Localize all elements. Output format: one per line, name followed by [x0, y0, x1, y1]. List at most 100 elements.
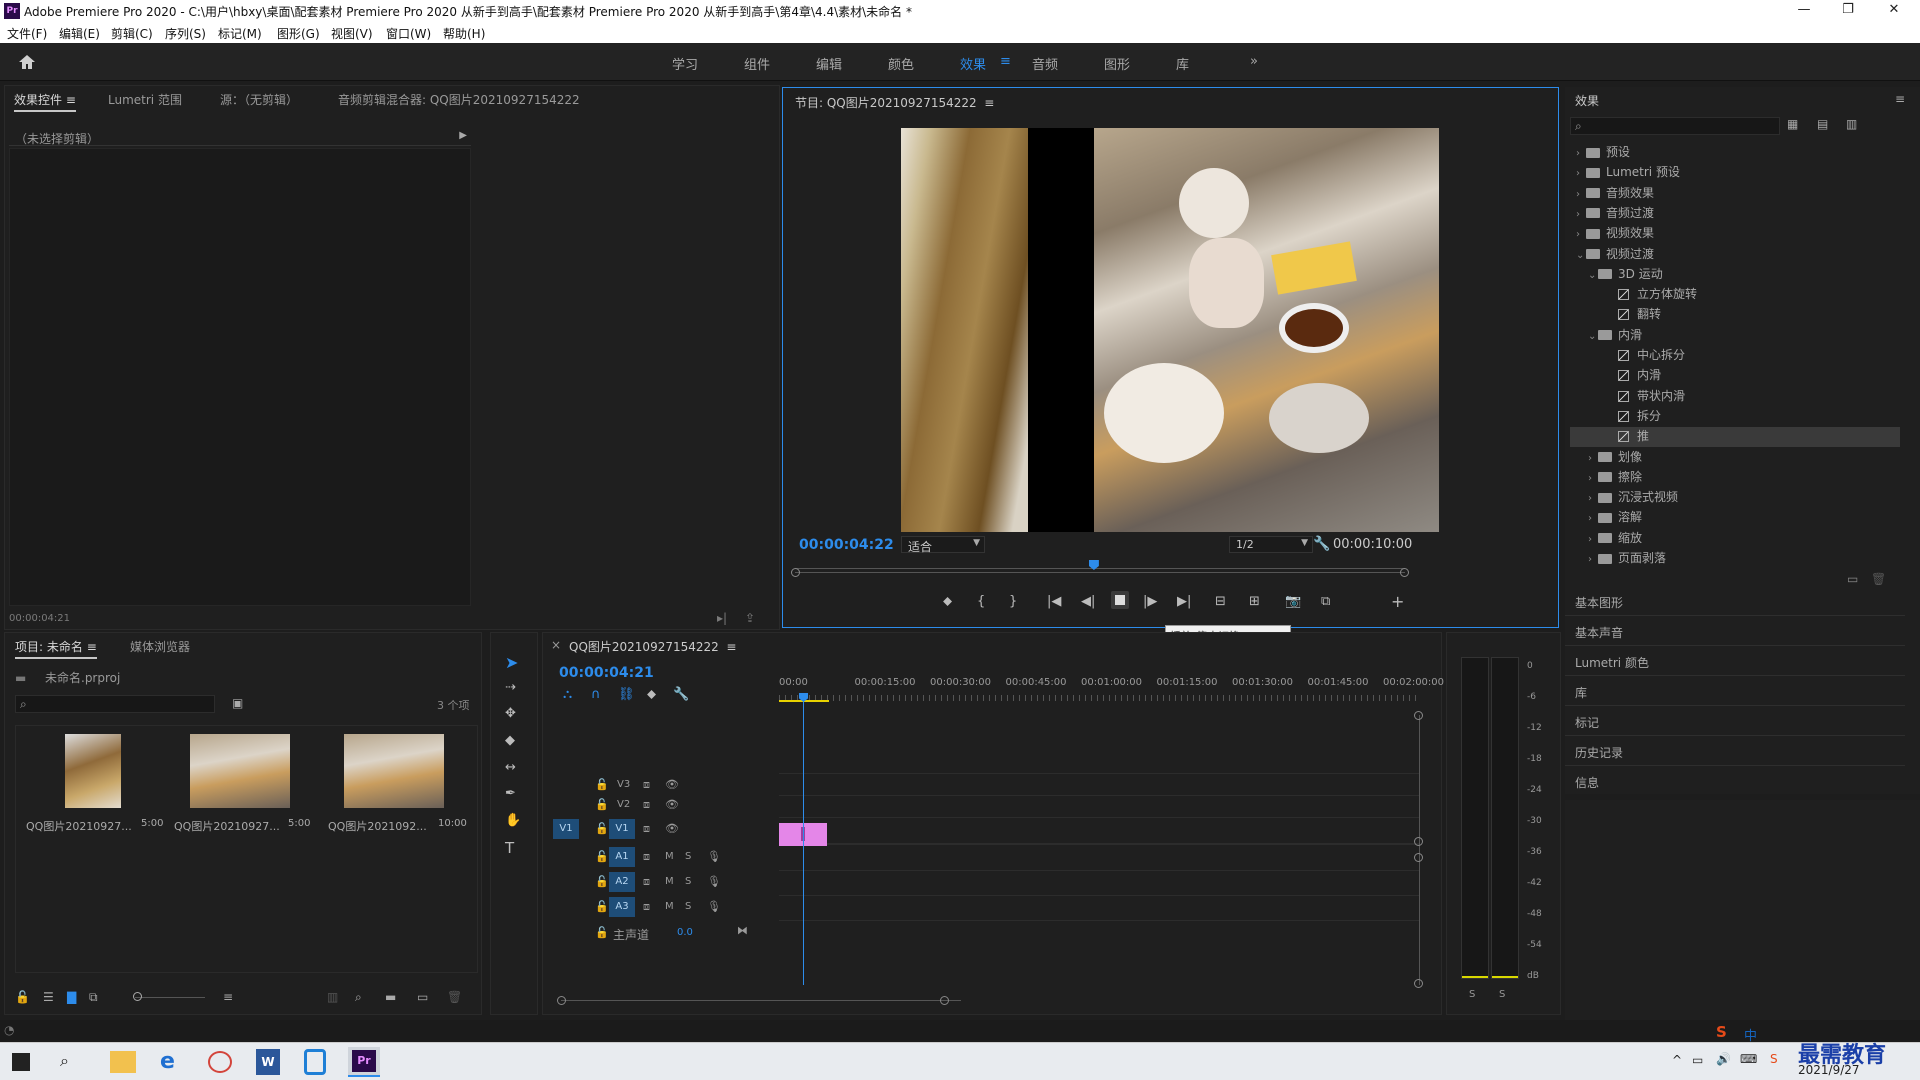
expand-arrow-icon[interactable]: ▶	[459, 130, 467, 141]
find-icon[interactable]: ⌕	[355, 990, 362, 1005]
workspace-audio[interactable]: 音频	[1032, 54, 1058, 73]
section-lumetri-color[interactable]: Lumetri 颜色	[1575, 654, 1649, 671]
go-to-out-icon[interactable]: ▶|	[1177, 594, 1191, 609]
solo-button[interactable]: S	[685, 901, 691, 912]
accelerated-effects-icon[interactable]: ▦	[1787, 117, 1798, 131]
ime-mode[interactable]: 中	[1744, 1025, 1757, 1044]
icon-view-icon[interactable]: ▇	[67, 990, 76, 1004]
lock-icon[interactable]: 🔓	[595, 875, 609, 888]
linked-selection-icon[interactable]: ⛓	[618, 687, 635, 702]
menu-sequence[interactable]: 序列(S)	[165, 25, 206, 42]
effect-item[interactable]: 拆分	[1570, 407, 1900, 427]
time-ruler[interactable]: 00:00 00:00:15:00 00:00:30:00 00:00:45:00 00…	[779, 673, 1444, 703]
mark-in-icon[interactable]: {	[977, 594, 985, 609]
extract-icon[interactable]: ⊞	[1249, 594, 1260, 609]
app-icon[interactable]	[208, 1051, 232, 1073]
word-icon[interactable]: W	[256, 1049, 280, 1075]
go-to-end-icon[interactable]: ⧓	[737, 924, 748, 937]
effect-folder[interactable]: › 划像	[1570, 448, 1900, 468]
zoom-handle[interactable]	[1414, 853, 1423, 862]
effect-folder[interactable]: › 溶解	[1570, 508, 1900, 528]
snap-icon[interactable]: ∩	[591, 687, 601, 702]
close-button[interactable]: ✕	[1884, 2, 1904, 17]
sync-lock-icon[interactable]: ⧈	[643, 900, 650, 914]
effect-folder[interactable]: ⌄ 3D 运动	[1570, 265, 1900, 285]
workspace-learn[interactable]: 学习	[672, 54, 698, 73]
razor-tool-icon[interactable]: ◆	[505, 733, 515, 748]
zoom-handle[interactable]	[1414, 837, 1423, 846]
chevron-down-icon[interactable]: ⌄	[1588, 270, 1598, 281]
effect-folder[interactable]: › 音频效果	[1570, 184, 1900, 204]
export-icon[interactable]: ⇪	[745, 611, 755, 625]
chevron-right-icon[interactable]: ›	[1576, 189, 1586, 200]
effect-item[interactable]: 带状内滑	[1570, 387, 1900, 407]
fit-dropdown[interactable]: 适合 ▼	[901, 536, 985, 554]
workspace-overflow-button[interactable]: »	[1250, 54, 1258, 69]
delete-icon[interactable]: 🗑	[1871, 572, 1886, 586]
add-marker-icon[interactable]: ⬥	[647, 687, 656, 702]
new-item-icon[interactable]: ▭	[417, 990, 428, 1004]
effect-folder[interactable]: ⌄ 视频过渡	[1570, 245, 1900, 265]
timeline-timecode[interactable]: 00:00:04:21	[559, 665, 654, 681]
mute-button[interactable]: M	[665, 851, 674, 862]
zoom-handle[interactable]	[1414, 711, 1423, 720]
premiere-taskbar-icon[interactable]: Pr	[348, 1047, 380, 1077]
menu-clip[interactable]: 剪辑(C)	[111, 25, 153, 42]
project-search-input[interactable]: ⌕	[15, 695, 215, 713]
sync-lock-icon[interactable]: ⧈	[643, 778, 650, 792]
workspace-effects-menu-icon[interactable]: ≡	[1000, 54, 1011, 69]
effects-search-input[interactable]: ⌕	[1570, 117, 1780, 135]
section-essential-sound[interactable]: 基本声音	[1575, 624, 1623, 641]
master-track-value[interactable]: 0.0	[677, 927, 693, 938]
zoom-handle-right[interactable]	[1400, 568, 1409, 577]
yuv-effects-icon[interactable]: ▥	[1846, 117, 1857, 131]
effect-folder[interactable]: ⌄ 内滑	[1570, 326, 1900, 346]
chevron-right-icon[interactable]: ›	[1588, 493, 1598, 504]
list-view-icon[interactable]: ☰	[43, 990, 54, 1004]
vertical-zoom-bar[interactable]	[1419, 715, 1420, 985]
effects-panel-menu-icon[interactable]: ≡	[1895, 92, 1905, 106]
effect-item[interactable]: 立方体旋转	[1570, 285, 1900, 305]
ime-tray-icon[interactable]: S	[1770, 1052, 1778, 1066]
tray-up-icon[interactable]: ^	[1672, 1053, 1682, 1067]
effect-item[interactable]: 翻转	[1570, 305, 1900, 325]
solo-button[interactable]: S	[685, 851, 691, 862]
workspace-effects[interactable]: 效果	[960, 54, 986, 73]
sync-lock-icon[interactable]: ⧈	[643, 875, 650, 889]
new-bin-icon[interactable]: ▬	[385, 990, 396, 1004]
solo-button[interactable]: S	[685, 876, 691, 887]
effect-folder[interactable]: › Lumetri 预设	[1570, 163, 1900, 183]
new-bin-icon[interactable]: ▭	[1847, 572, 1858, 586]
zoom-slider[interactable]	[135, 997, 205, 998]
effect-folder[interactable]: › 预设	[1570, 143, 1900, 163]
close-sequence-icon[interactable]: ×	[551, 638, 561, 652]
menu-edit[interactable]: 编辑(E)	[59, 25, 100, 42]
freeform-view-icon[interactable]: ⧉	[89, 990, 98, 1005]
zoom-bar[interactable]	[795, 572, 1405, 573]
horizontal-zoom-bar[interactable]	[561, 1000, 961, 1001]
app-icon[interactable]	[304, 1049, 326, 1075]
workspace-libraries[interactable]: 库	[1176, 54, 1189, 73]
section-info[interactable]: 信息	[1575, 774, 1599, 791]
track-select-tool-icon[interactable]: ⇢	[505, 680, 516, 695]
chevron-right-icon[interactable]: ›	[1576, 229, 1586, 240]
restore-button[interactable]: ❐	[1838, 2, 1858, 17]
menu-help[interactable]: 帮助(H)	[443, 25, 485, 42]
add-marker-icon[interactable]: ⬥	[943, 594, 952, 609]
filter-icon[interactable]: ▸|	[717, 611, 727, 625]
lock-icon[interactable]: 🔓	[595, 926, 609, 939]
zoom-handle-right[interactable]	[940, 996, 949, 1005]
program-scrubber[interactable]	[791, 560, 1409, 580]
tab-project[interactable]: 项目: 未命名 ≡	[15, 638, 97, 659]
sync-lock-icon[interactable]: ⧈	[643, 822, 650, 836]
slip-tool-icon[interactable]: ↔	[505, 760, 516, 775]
sync-lock-icon[interactable]: ⧈	[643, 850, 650, 864]
wrench-icon[interactable]: 🔧	[1313, 536, 1330, 552]
menu-markers[interactable]: 标记(M)	[218, 25, 262, 42]
project-item[interactable]: QQ图片20210927... 5:00	[170, 726, 324, 846]
ime-logo-icon[interactable]: S	[1716, 1023, 1727, 1041]
home-icon[interactable]	[18, 54, 36, 70]
project-item[interactable]: QQ图片20210927... 5:00	[16, 726, 170, 846]
track-label-v2[interactable]: V2	[617, 799, 630, 810]
chevron-right-icon[interactable]: ›	[1588, 473, 1598, 484]
